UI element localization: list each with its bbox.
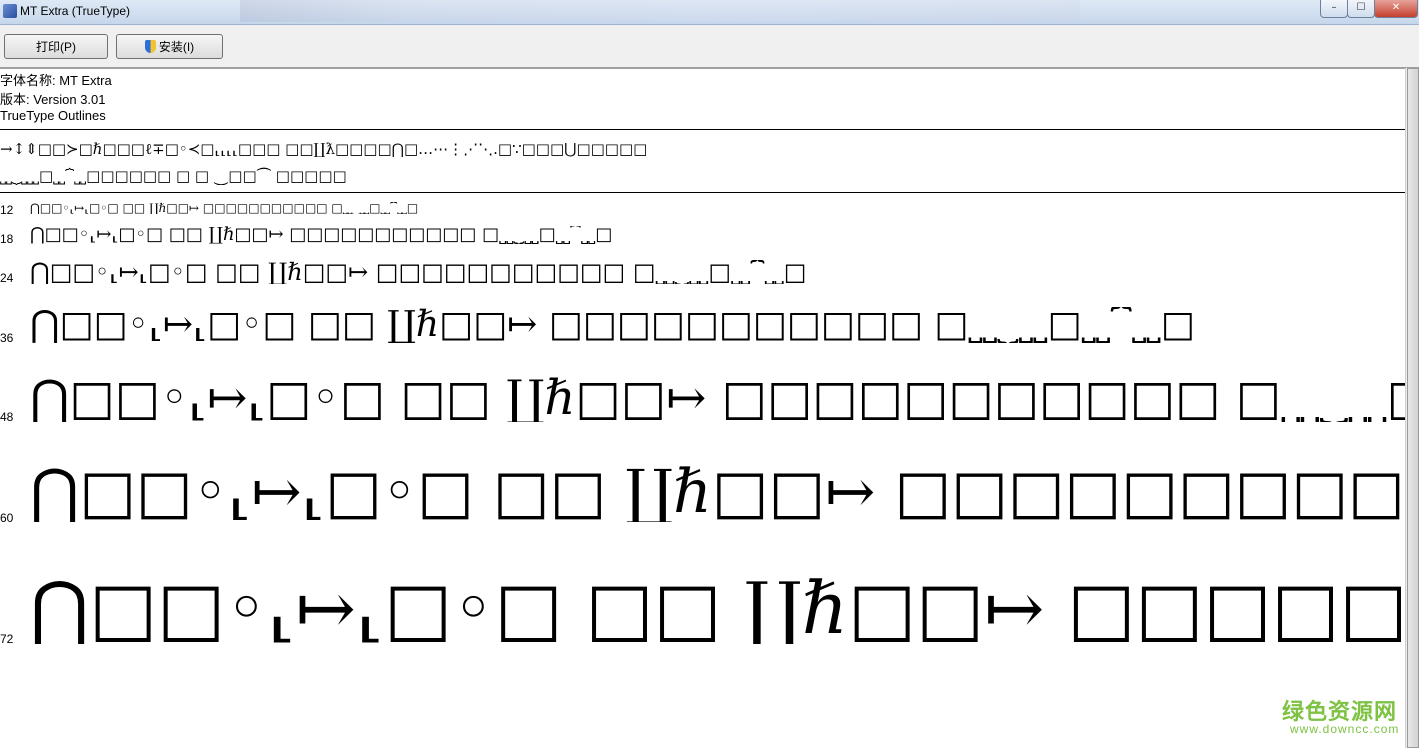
vertical-scrollbar[interactable] xyxy=(1405,68,1419,748)
window-title: MT Extra (TrueType) xyxy=(20,4,131,18)
minimize-button[interactable]: – xyxy=(1320,0,1348,18)
font-version-line: 版本: Version 3.01 xyxy=(0,92,106,107)
sample-line-12: ⋂□□◦⸤↦⸤□◦□ □□ ∐ℏ□□↦ □□□□□□□□□□□ □⎵⎵⏟⎵⎵□⎵… xyxy=(30,202,419,214)
font-name-line: 字体名称: MT Extra xyxy=(0,73,112,88)
sample-line-48: ⋂□□◦⸤↦⸤□◦□ □□ ∐ℏ□□↦ □□□□□□□□□□□ □⎵⎵⏟⎵⎵□⎵… xyxy=(30,374,1405,422)
sample-line-24: ⋂□□◦⸤↦⸤□◦□ □□ ∐ℏ□□↦ □□□□□□□□□□□ □⎵⎵⏟⎵⎵□⎵… xyxy=(30,260,807,284)
print-button[interactable]: 打印(P) xyxy=(4,34,108,59)
maximize-button[interactable]: ☐ xyxy=(1347,0,1375,18)
install-button-label: 安装(I) xyxy=(158,40,195,54)
size-label-18: 18 xyxy=(0,232,14,246)
scrollbar-thumb[interactable] xyxy=(1407,68,1419,748)
size-label-72: 72 xyxy=(0,632,14,646)
install-button[interactable]: 安装(I) xyxy=(116,34,223,59)
sample-line-18: ⋂□□◦⸤↦⸤□◦□ □□ ∐ℏ□□↦ □□□□□□□□□□□ □⎵⎵⏟⎵⎵□⎵… xyxy=(30,226,613,244)
maximize-icon: ☐ xyxy=(1356,2,1366,13)
background-window-blur xyxy=(240,0,1080,22)
uac-shield-icon xyxy=(144,40,156,53)
toolbar: 打印(P) 安装(I) xyxy=(0,25,1419,69)
size-label-12: 12 xyxy=(0,203,14,217)
divider-top xyxy=(0,129,1405,130)
charset-line-1: →↕⇕□□≻□ℏ□□□ℓ∓□◦≺□⸤⸤⸤⸤□□□ □□∐ƛ□□□□⋂□…⋯⋮⋰⋱… xyxy=(0,140,648,158)
size-label-24: 24 xyxy=(0,271,14,285)
font-app-icon xyxy=(3,4,17,18)
sample-line-60: ⋂□□◦⸤↦⸤□◦□ □□ ∐ℏ□□↦ □□□□□□□□□□□ □⎵⎵ xyxy=(30,462,1405,522)
print-button-label: 打印(P) xyxy=(36,40,76,54)
size-label-48: 48 xyxy=(0,410,14,424)
watermark-url: www.downcc.com xyxy=(1290,722,1400,736)
close-icon: ✕ xyxy=(1391,2,1401,13)
title-bar: MT Extra (TrueType) – ☐ ✕ xyxy=(0,0,1419,25)
sample-line-36: ⋂□□◦⸤↦⸤□◦□ □□ ∐ℏ□□↦ □□□□□□□□□□□ □⎵⎵⏟⎵⎵□⎵… xyxy=(30,307,1195,343)
minimize-icon: – xyxy=(1331,2,1337,13)
sample-line-72: ⋂□□◦⸤↦⸤□◦□ □□ ∐ℏ□□↦ □□□□□□□□□□ xyxy=(30,572,1405,644)
size-label-60: 60 xyxy=(0,511,14,525)
divider-bottom xyxy=(0,192,1405,193)
close-button[interactable]: ✕ xyxy=(1374,0,1418,18)
charset-line-2: ⎵⎵⏟⎵⎵⎵□⎵⎵⏞⎵⎵□□□□□□ □ □ ⏝□□⏜ □□□□□ xyxy=(0,167,347,185)
size-label-36: 36 xyxy=(0,331,14,345)
font-type-line: TrueType Outlines xyxy=(0,108,106,123)
